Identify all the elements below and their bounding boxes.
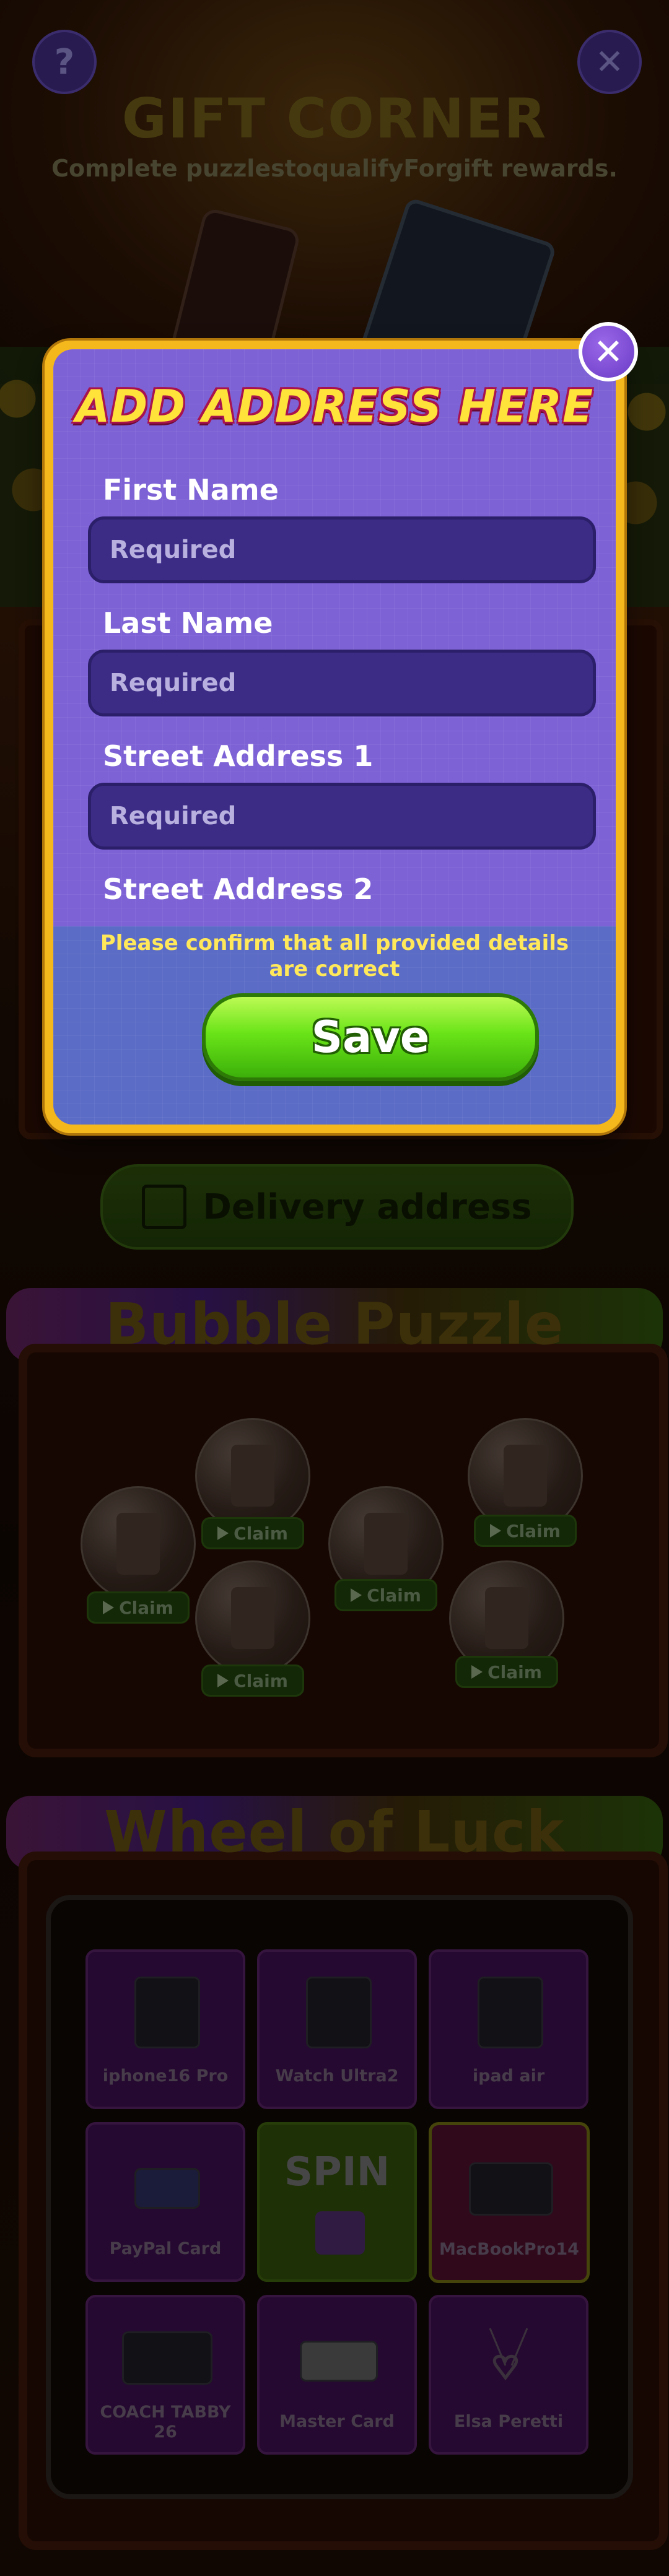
last-name-label: Last Name bbox=[103, 606, 273, 640]
save-button[interactable]: Save bbox=[202, 993, 539, 1081]
address-modal: ADD ADDRESS HERE First Name Last Name St… bbox=[45, 341, 624, 1133]
first-name-field[interactable] bbox=[88, 516, 596, 583]
close-icon: ✕ bbox=[593, 331, 624, 373]
street-address-1-label: Street Address 1 bbox=[103, 739, 374, 773]
street-address-1-field[interactable] bbox=[88, 783, 596, 850]
confirm-message: Please confirm that all provided details… bbox=[100, 931, 569, 981]
modal-title: ADD ADDRESS HERE bbox=[75, 380, 594, 432]
address-modal-body: ADD ADDRESS HERE First Name Last Name St… bbox=[53, 349, 616, 1125]
street-address-2-label: Street Address 2 bbox=[103, 872, 374, 906]
save-label: Save bbox=[311, 1012, 430, 1063]
modal-close-button[interactable]: ✕ bbox=[579, 322, 638, 381]
last-name-field[interactable] bbox=[88, 650, 596, 716]
gift-corner-screen: ? ✕ GIFT CORNER Complete puzzlestoqualif… bbox=[0, 0, 669, 2576]
first-name-label: First Name bbox=[103, 473, 279, 507]
